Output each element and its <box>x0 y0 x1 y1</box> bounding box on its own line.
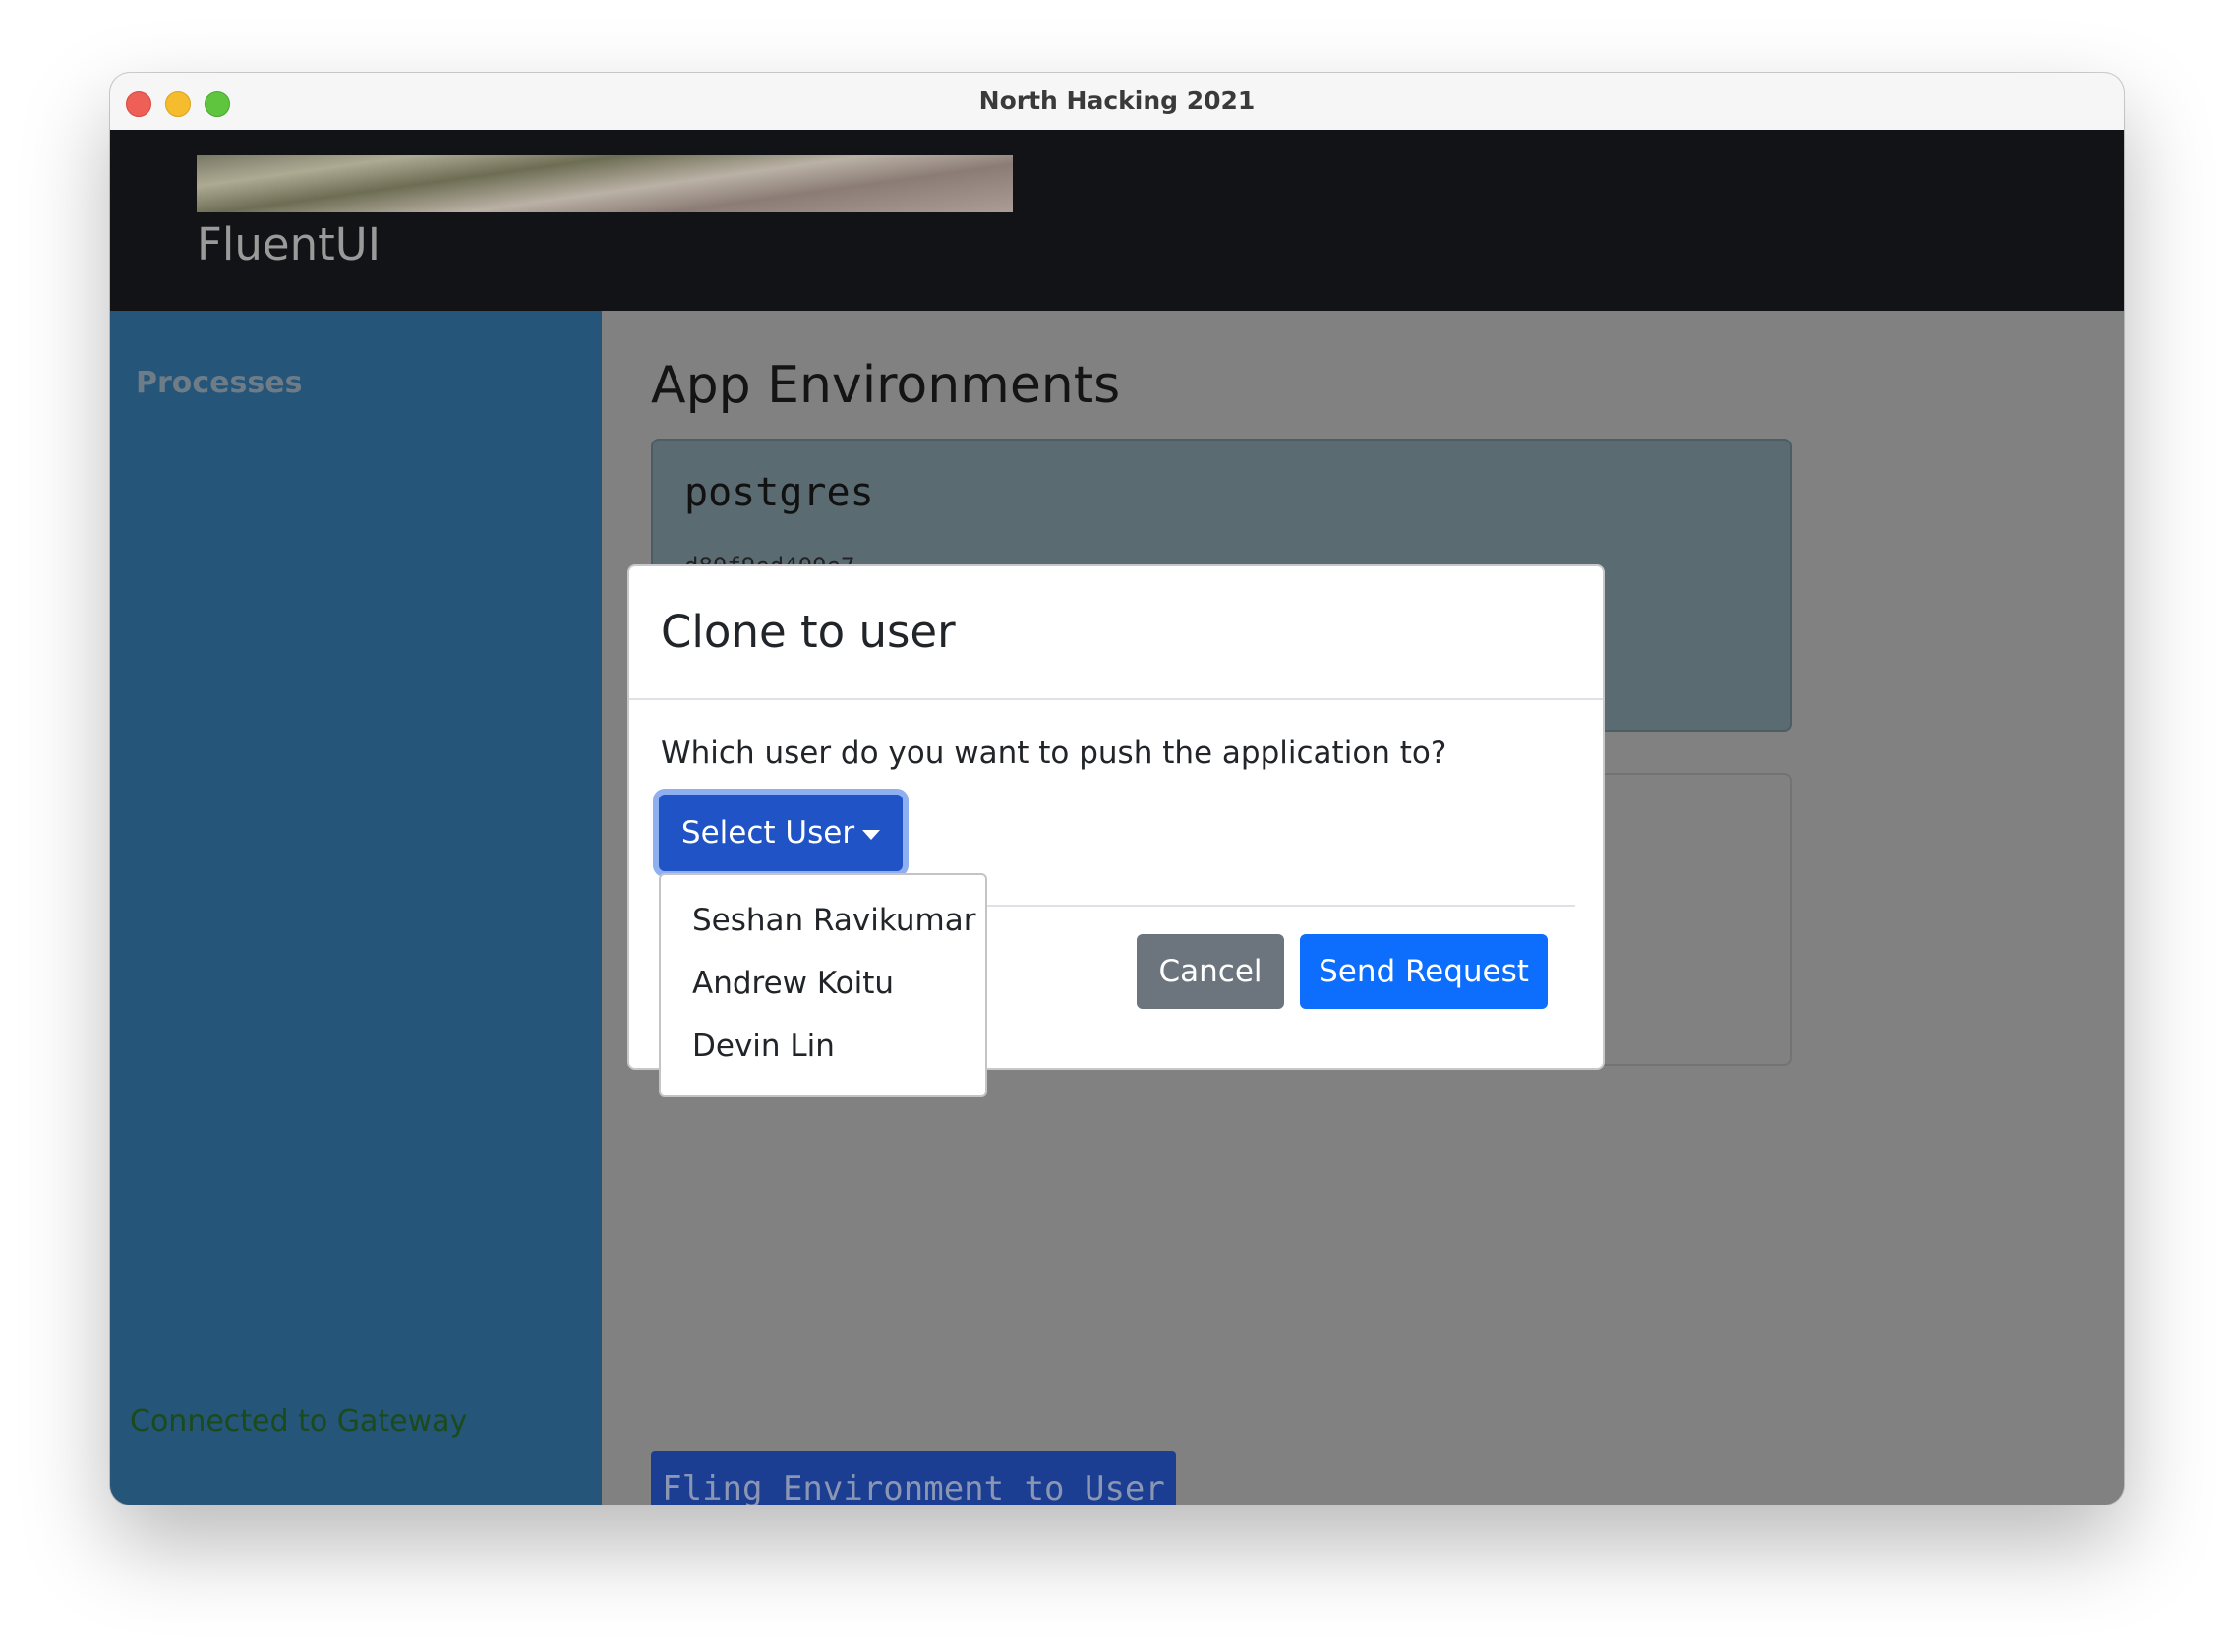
environment-name: postgres <box>684 470 874 515</box>
cancel-button[interactable]: Cancel <box>1137 934 1284 1009</box>
modal-divider <box>629 698 1603 700</box>
modal-question: Which user do you want to push the appli… <box>661 736 1447 771</box>
connection-status: Connected to Gateway <box>130 1404 468 1439</box>
sidebar: Processes Connected to Gateway <box>110 311 602 1504</box>
fling-environment-button[interactable]: Fling Environment to User <box>651 1451 1176 1504</box>
window-title: North Hacking 2021 <box>978 87 1256 115</box>
app-header: FluentUI <box>110 130 2124 311</box>
page-title: App Environments <box>651 356 1121 415</box>
modal-title: Clone to user <box>661 606 956 658</box>
select-user-label: Select User <box>680 815 855 851</box>
dropdown-item-andrew[interactable]: Andrew Koitu <box>692 966 894 1001</box>
dropdown-item-seshan[interactable]: Seshan Ravikumar <box>692 903 975 938</box>
user-dropdown-menu: Seshan Ravikumar Andrew Koitu Devin Lin <box>659 873 987 1097</box>
banner-image <box>197 155 1013 212</box>
sidebar-item-processes[interactable]: Processes <box>136 366 302 400</box>
send-request-button[interactable]: Send Request <box>1300 934 1548 1009</box>
brand-name: FluentUI <box>197 218 381 270</box>
select-user-button[interactable]: Select User <box>659 795 903 871</box>
title-bar[interactable]: North Hacking 2021 <box>110 73 2124 131</box>
app-window: North Hacking 2021 FluentUI Processes Co… <box>110 73 2124 1504</box>
dropdown-item-devin[interactable]: Devin Lin <box>692 1029 835 1064</box>
chevron-down-icon <box>862 829 881 840</box>
